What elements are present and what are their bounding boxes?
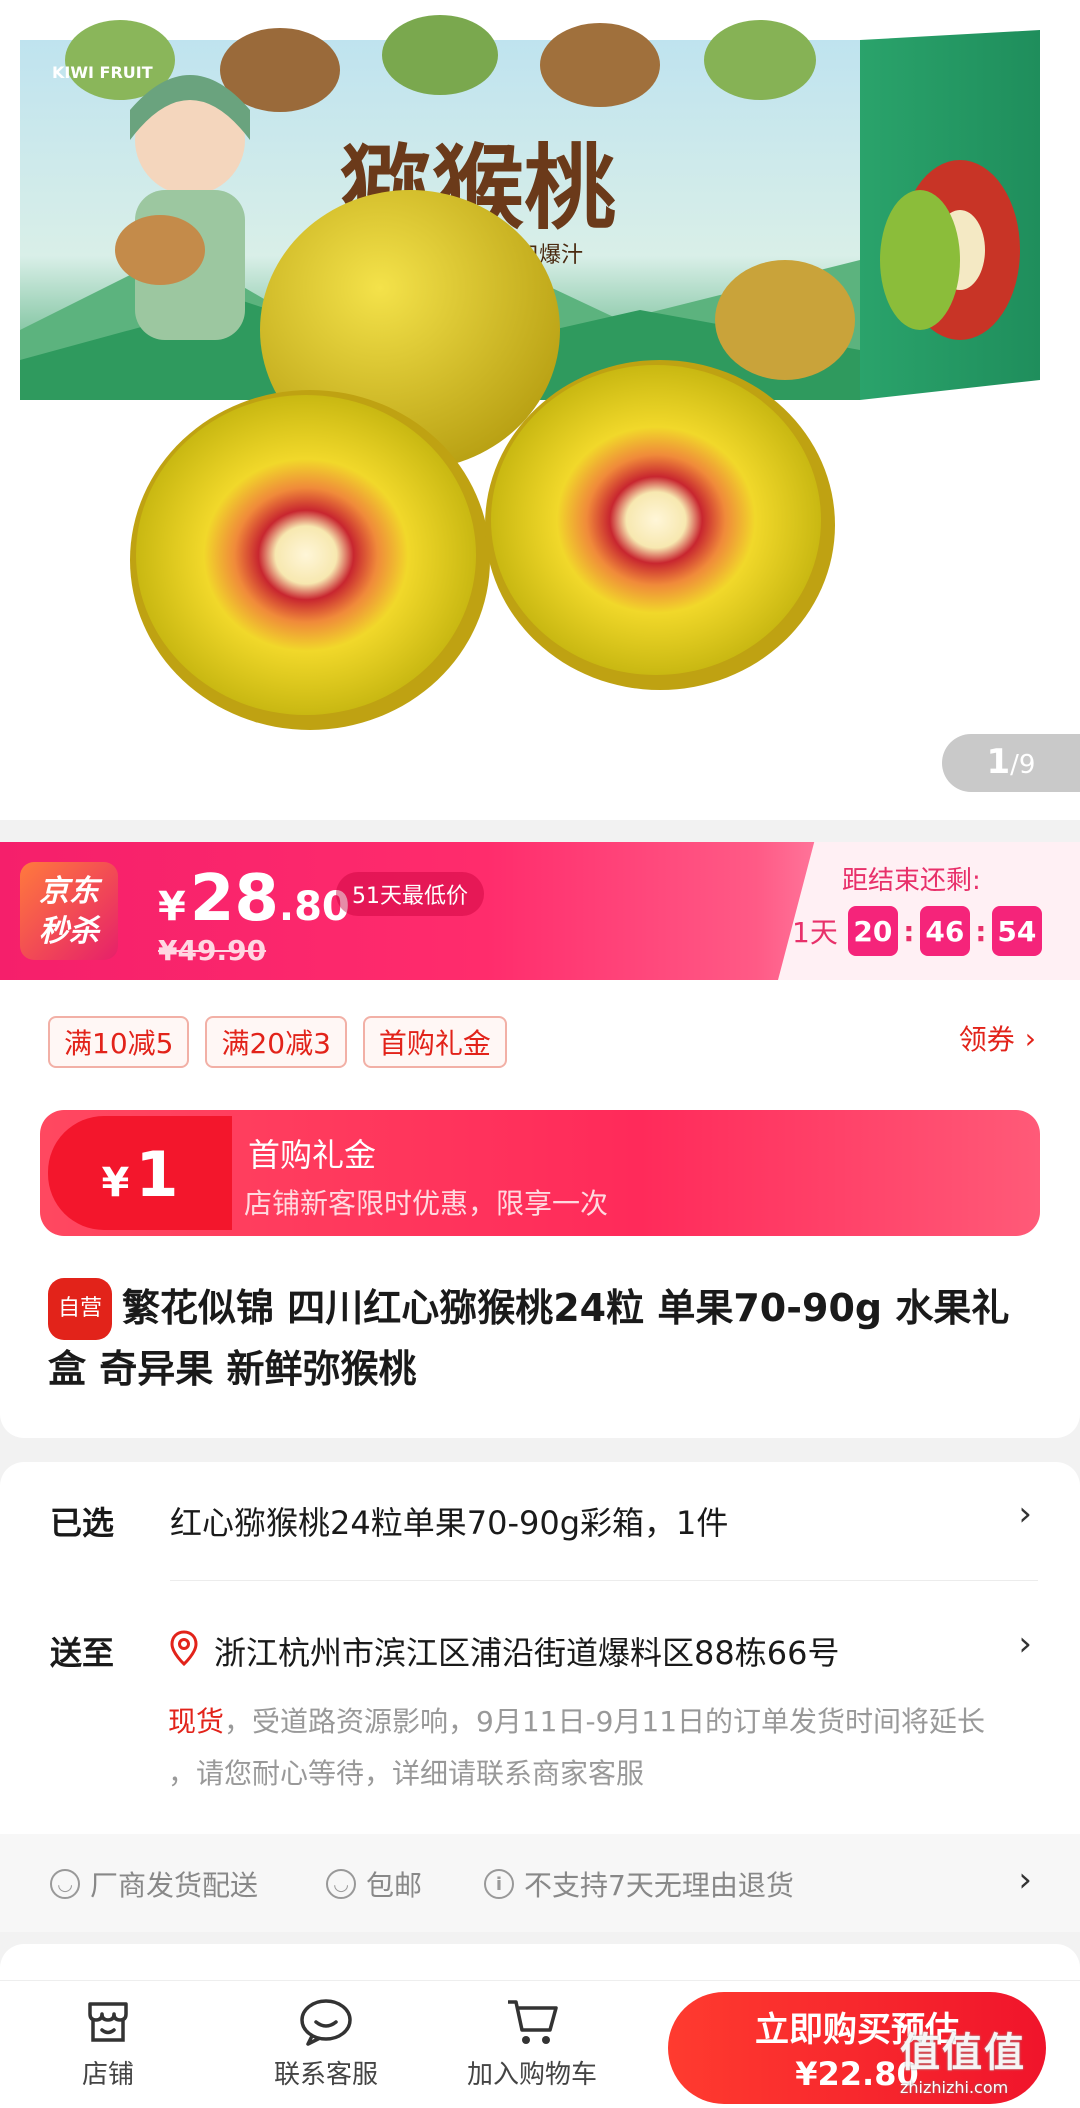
chevron-right-icon: ›: [1018, 1624, 1032, 1664]
currency-symbol: ¥: [158, 884, 186, 930]
countdown-hours: 20: [847, 906, 898, 956]
first-purchase-gift-banner[interactable]: ¥ 1 首购礼金 店铺新客限时优惠，限享一次: [40, 1110, 1040, 1236]
watermark-logo: 值值值: [900, 2030, 1026, 2076]
site-watermark: 值值值 zhizhizhi.com: [900, 2020, 1070, 2100]
delivery-label: 送至: [50, 1634, 115, 1672]
customer-service-tab[interactable]: 联系客服: [256, 1996, 396, 2091]
watermark-url: zhizhizhi.com: [900, 2078, 1009, 2097]
countdown-timer: 1天 20 : 46 : 54: [792, 906, 1042, 956]
gift-amount: ¥ 1: [48, 1116, 232, 1230]
delivery-address: 浙江杭州市滨江区浦沿街道爆料区88栋66号: [214, 1634, 840, 1672]
product-title: 自营 繁花似锦 四川红心猕猴桃24粒 单果70-90g 水果礼盒 奇异果 新鲜弥猴…: [48, 1278, 1038, 1398]
gift-value: 1: [135, 1138, 179, 1211]
original-price: ¥49.90: [158, 934, 267, 967]
countdown-seconds: 54: [991, 906, 1042, 956]
countdown-days: 1天: [792, 916, 838, 949]
service-label: 不支持7天无理由退货: [524, 1869, 794, 1902]
add-to-cart-tab[interactable]: 加入购物车: [462, 1996, 602, 2091]
seckill-banner: 京东 秒杀 ¥ 28 .80 51天最低价 ¥49.90 距结束还剩: 1天 2…: [0, 842, 1080, 980]
lowest-price-badge: 51天最低价: [336, 872, 484, 916]
image-page-indicator: 1 /9: [942, 734, 1080, 792]
coupon-tag[interactable]: 满20减3: [205, 1016, 347, 1068]
selected-value: 红心猕猴桃24粒单果70-90g彩箱，1件: [170, 1504, 729, 1542]
coupon-tag[interactable]: 满10减5: [48, 1016, 190, 1068]
coupon-tag[interactable]: 首购礼金: [362, 1016, 507, 1068]
stock-note-line1: ，受道路资源影响，9月11日-9月11日的订单发货时间将延长: [224, 1705, 986, 1738]
info-icon: i: [484, 1869, 514, 1899]
customer-service-label: 联系客服: [273, 2060, 378, 2090]
stock-notice: 现货，受道路资源影响，9月11日-9月11日的订单发货时间将延长 ，请您耐心等待…: [168, 1696, 1038, 1800]
countdown-minutes: 46: [919, 906, 970, 956]
chat-icon: [300, 1999, 352, 2046]
service-label: 包邮: [366, 1869, 423, 1902]
kiwi-product-image: 猕猴桃 香甜爽口 一口爆汁 KIWI FRUIT: [20, 15, 1040, 730]
product-image-carousel[interactable]: 猕猴桃 香甜爽口 一口爆汁 KIWI FRUIT 1 /9: [0, 0, 1080, 820]
gift-title: 首购礼金: [248, 1136, 377, 1174]
product-title-text: 繁花似锦 四川红心猕猴桃24粒 单果70-90g 水果礼盒 奇异果 新鲜弥猴桃: [48, 1286, 1010, 1391]
stock-status: 现货: [168, 1705, 225, 1738]
chevron-right-icon[interactable]: ›: [1018, 1860, 1032, 1900]
countdown-colon: :: [903, 914, 915, 948]
chevron-right-icon: ›: [1018, 1494, 1032, 1534]
stock-note-line2: ，请您耐心等待，详细请联系商家客服: [168, 1757, 645, 1790]
smile-icon: ◡: [50, 1869, 80, 1899]
store-icon: [88, 2002, 128, 2042]
countdown-colon: :: [975, 914, 987, 948]
service-item: i 不支持7天无理由退货: [484, 1864, 794, 1904]
box-brand-text: KIWI FRUIT: [52, 63, 153, 82]
get-coupon-label: 领券: [958, 1023, 1015, 1056]
countdown-label: 距结束还剩:: [842, 866, 981, 896]
page-current: 1: [986, 742, 1011, 782]
page-total: /9: [1010, 750, 1036, 780]
next-section-peek: [0, 1944, 1080, 1984]
gift-description: 店铺新客限时优惠，限享一次: [244, 1187, 609, 1220]
logo-line2: 秒杀: [39, 914, 99, 949]
row-divider: [170, 1580, 1038, 1581]
add-to-cart-label: 加入购物车: [466, 2060, 597, 2090]
service-item: ◡ 厂商发货配送: [50, 1864, 258, 1904]
store-label: 店铺: [81, 2060, 134, 2090]
service-label: 厂商发货配送: [90, 1869, 259, 1902]
selected-label: 已选: [50, 1504, 115, 1542]
get-coupon-link[interactable]: 领券 ›: [959, 1018, 1036, 1058]
price-integer: 28: [189, 862, 279, 936]
chevron-right-icon: ›: [1024, 1021, 1036, 1055]
logo-line1: 京东: [39, 874, 99, 909]
seckill-price: ¥ 28 .80: [158, 862, 350, 936]
jd-seckill-logo: 京东 秒杀: [20, 862, 118, 960]
self-operated-badge: 自营: [48, 1278, 113, 1340]
coupon-tags[interactable]: 满10减5 满20减3 首购礼金: [48, 1016, 507, 1068]
smile-icon: ◡: [326, 1869, 356, 1899]
store-tab[interactable]: 店铺: [38, 1996, 178, 2091]
gift-currency: ¥: [101, 1160, 130, 1206]
service-item: ◡ 包邮: [326, 1864, 422, 1904]
cart-icon: [508, 2000, 558, 2044]
location-pin-icon: [170, 1630, 198, 1666]
